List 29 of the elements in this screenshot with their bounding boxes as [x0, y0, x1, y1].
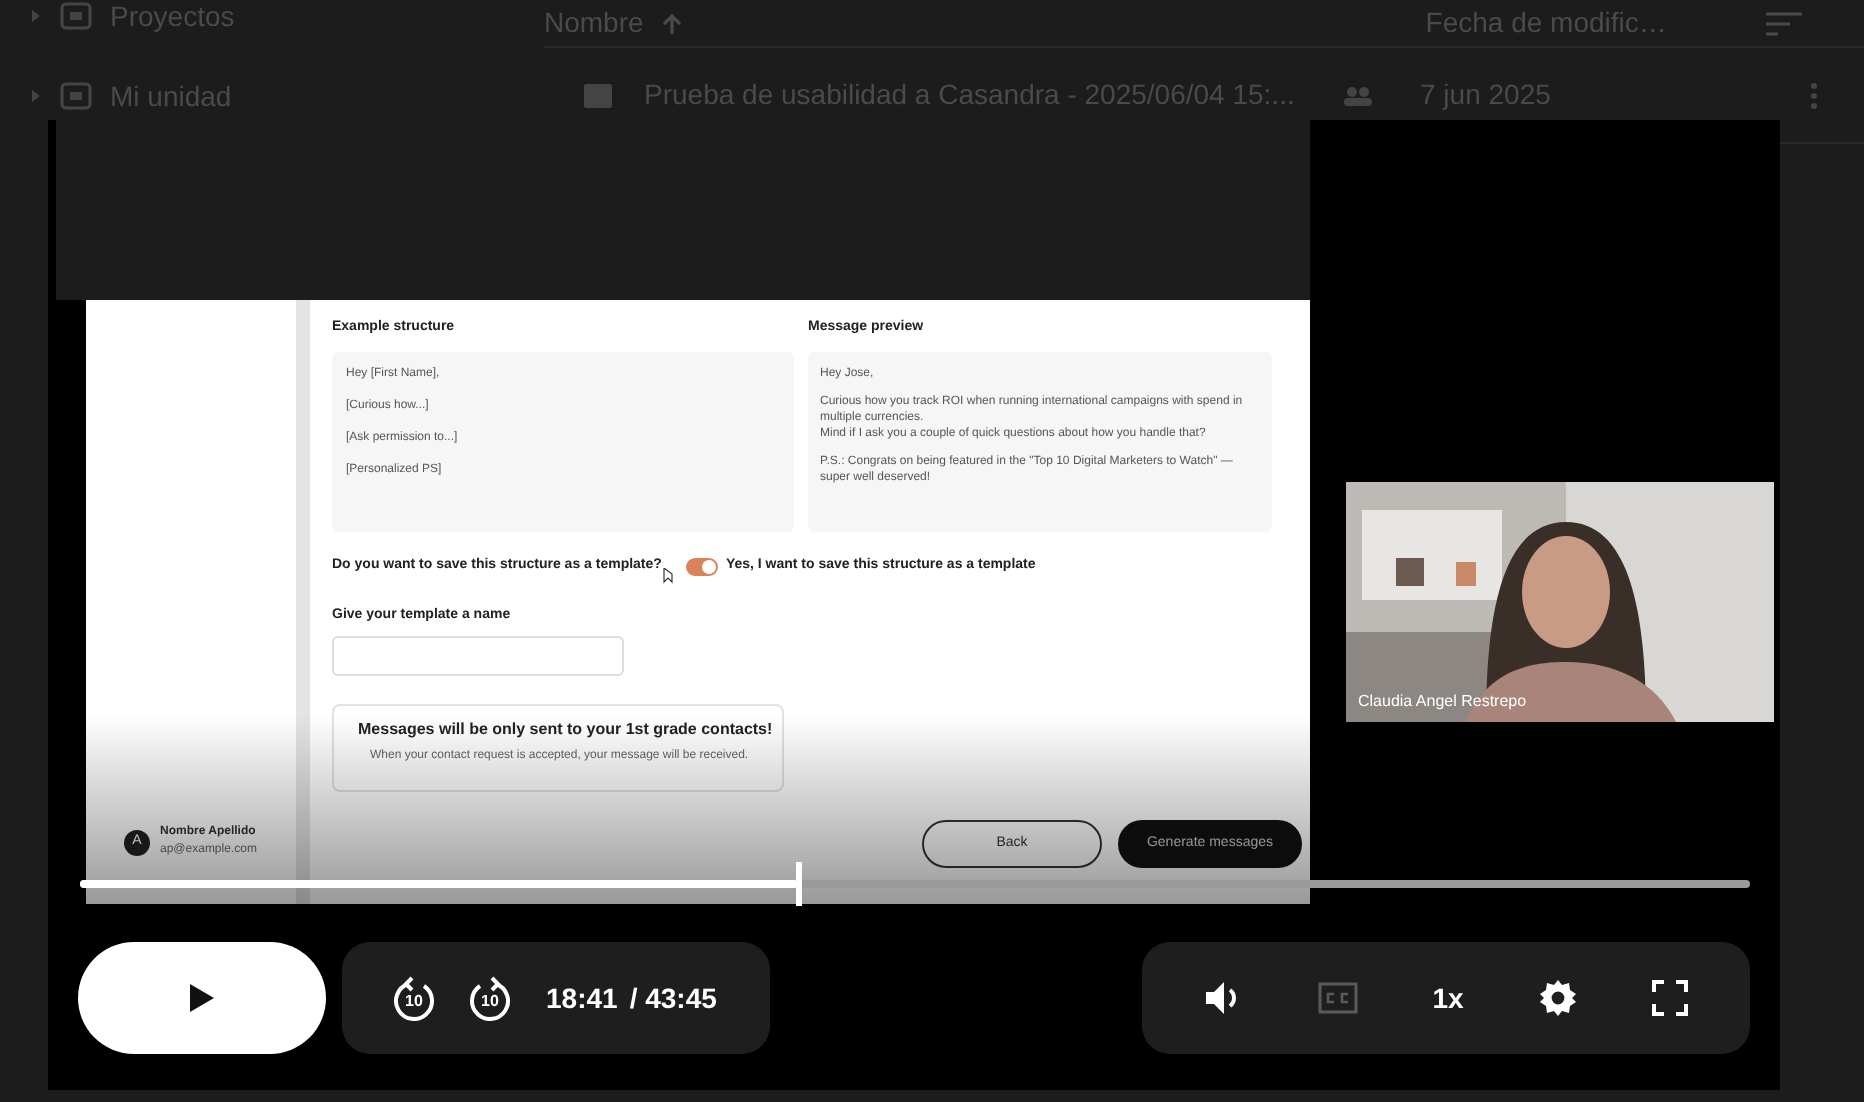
speed-button[interactable]: 1x [1432, 977, 1464, 1019]
notice-title: Messages will be only sent to your 1st grade contacts! [358, 718, 773, 742]
folder-icon [60, 0, 92, 32]
cursor-icon [661, 567, 674, 583]
fullscreen-icon [1652, 980, 1689, 1016]
template-name-field[interactable] [332, 636, 624, 676]
sort-arrow-icon[interactable] [659, 11, 684, 35]
sort-options-icon[interactable] [1766, 11, 1803, 35]
settings-button[interactable] [1538, 978, 1579, 1018]
drive-icon [60, 80, 92, 112]
play-icon [190, 984, 214, 1012]
rotate-right-icon [466, 974, 514, 1022]
progress-handle[interactable] [796, 862, 803, 906]
shared-people-icon [1344, 85, 1372, 105]
caret-icon[interactable] [30, 90, 42, 102]
captions-button[interactable] [1317, 982, 1358, 1014]
duration: / 43:45 [629, 979, 717, 1017]
participant-name: Claudia Angel Restrepo [1358, 690, 1527, 714]
rotate-left-icon [390, 974, 438, 1022]
settings-icon [1538, 978, 1579, 1018]
current-time: 18:41 [546, 979, 618, 1017]
progress-track[interactable] [80, 880, 1750, 888]
skip-forward-button[interactable]: 10 [466, 974, 514, 1022]
captions-icon [1317, 982, 1358, 1014]
skip-back-button[interactable]: 10 [390, 974, 438, 1022]
fullscreen-button[interactable] [1652, 980, 1689, 1016]
more-icon[interactable] [1810, 81, 1819, 109]
template-toggle[interactable] [685, 558, 718, 576]
caret-icon[interactable] [30, 10, 42, 22]
